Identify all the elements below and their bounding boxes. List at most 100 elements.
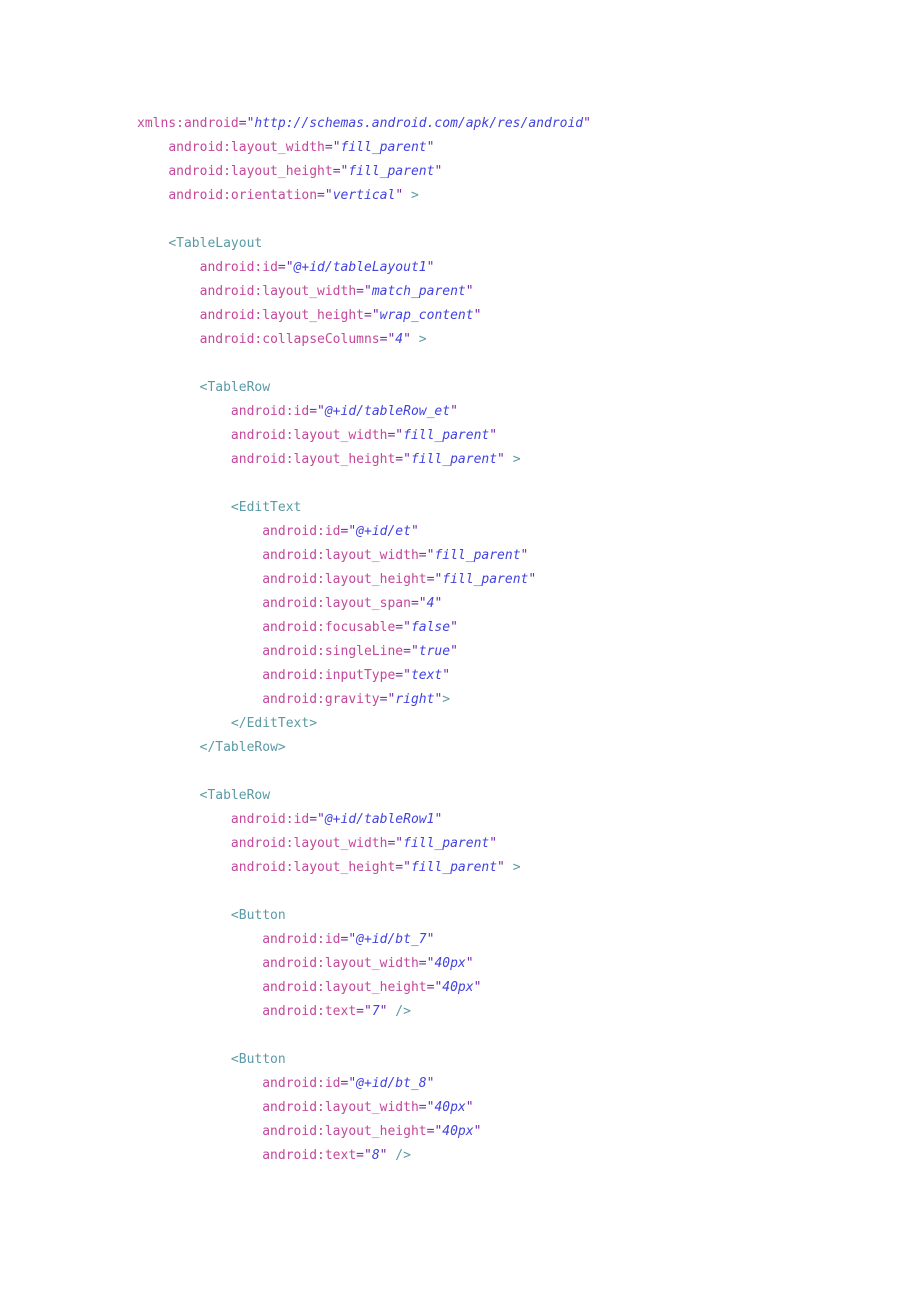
- code-line: android:layout_height="fill_parent" >: [137, 448, 591, 472]
- code-token-value: fill_parent: [410, 860, 498, 875]
- code-token-value: @+id/tableLayout1: [293, 260, 427, 275]
- code-token-quote: ": [403, 452, 411, 467]
- code-token-attr: android:layout_width: [262, 956, 419, 971]
- code-token-attr: android:id: [199, 260, 278, 275]
- code-line: android:layout_width="match_parent": [137, 280, 591, 304]
- code-token-attr: android:layout_width: [199, 284, 357, 299]
- code-token-value: right: [395, 692, 435, 707]
- code-line: android:singleLine="true": [137, 640, 591, 664]
- code-token-quote: ": [450, 620, 458, 635]
- code-token-eq: =: [395, 620, 404, 635]
- code-token-tag: <EditText: [230, 500, 302, 515]
- code-line: android:layout_width="fill_parent": [137, 544, 591, 568]
- code-listing: xmlns:android="http://schemas.android.co…: [137, 112, 591, 1168]
- code-token-quote: ": [426, 140, 435, 155]
- code-token-tag: >: [410, 188, 419, 203]
- code-token-quote: ": [348, 1076, 357, 1091]
- code-token-attr: android:layout_width: [230, 836, 388, 851]
- code-line: android:layout_height="40px": [137, 1120, 591, 1144]
- code-token-tag: <Button: [230, 908, 286, 923]
- code-line: android:inputType="text": [137, 664, 591, 688]
- code-token-eq: =: [395, 860, 404, 875]
- code-line: android:id="@+id/tableLayout1": [137, 256, 591, 280]
- code-line: android:layout_width="40px": [137, 1096, 591, 1120]
- code-token-value: wrap_content: [379, 308, 474, 323]
- code-token-value: 40px: [442, 1124, 474, 1139]
- code-token-attr: android:layout_height: [262, 572, 427, 587]
- code-token-quote: ": [395, 188, 404, 203]
- code-token-eq: =: [403, 644, 411, 659]
- code-token-tag: />: [395, 1004, 411, 1019]
- code-token-quote: ": [410, 524, 419, 539]
- code-token-tag: </EditText>: [230, 716, 318, 731]
- code-token-quote: ": [426, 1076, 435, 1091]
- code-token-eq: =: [277, 260, 286, 275]
- code-line: android:gravity="right">: [137, 688, 591, 712]
- code-token-eq: =: [418, 548, 427, 563]
- code-line: android:layout_height="wrap_content": [137, 304, 591, 328]
- code-token-quote: ": [434, 812, 443, 827]
- code-token-eq: =: [356, 1004, 364, 1019]
- code-token-quote: ": [489, 428, 498, 443]
- code-token-attr: android:gravity: [262, 692, 380, 707]
- code-token-tag: <TableRow: [199, 380, 271, 395]
- code-token-quote: ": [324, 188, 333, 203]
- code-line: <EditText: [137, 496, 591, 520]
- code-token-value: match_parent: [371, 284, 466, 299]
- code-token-eq: =: [332, 164, 341, 179]
- code-line: android:id="@+id/bt_8": [137, 1072, 591, 1096]
- code-token-quote: ": [465, 1100, 474, 1115]
- code-token-quote: ": [418, 596, 427, 611]
- code-line: <TableRow: [137, 376, 591, 400]
- code-line: android:layout_height="40px": [137, 976, 591, 1000]
- code-line: android:id="@+id/bt_7": [137, 928, 591, 952]
- code-token-attr: android:id: [262, 524, 341, 539]
- code-token-value: fill_parent: [340, 140, 427, 155]
- code-token-attr: android:text: [262, 1148, 357, 1163]
- code-token-quote: ": [410, 644, 419, 659]
- code-token-tag: <TableRow: [199, 788, 271, 803]
- code-line: android:layout_height="fill_parent": [137, 160, 591, 184]
- code-token-attr: android:id: [262, 932, 341, 947]
- code-token-attr: android:id: [230, 812, 310, 827]
- code-token-eq: =: [395, 668, 404, 683]
- code-token-value: fill_parent: [442, 572, 529, 587]
- code-token-eq: =: [238, 116, 247, 131]
- code-token-eq: =: [356, 1148, 364, 1163]
- code-token-value: 8: [371, 1148, 380, 1163]
- code-token-attr: android:layout_height: [168, 164, 333, 179]
- code-token-quote: ": [434, 596, 443, 611]
- code-token-tag: >: [512, 452, 521, 467]
- code-line: </TableRow>: [137, 736, 591, 760]
- code-token-quote: ": [520, 548, 529, 563]
- code-token-attr: android:layout_height: [230, 452, 396, 467]
- code-line: android:text="7" />: [137, 1000, 591, 1024]
- code-line: android:layout_span="4": [137, 592, 591, 616]
- code-token-quote: ": [395, 836, 404, 851]
- code-token-value: 4: [395, 332, 404, 347]
- code-token-value: text: [410, 668, 443, 683]
- code-token-quote: ": [332, 140, 341, 155]
- code-token-quote: ": [363, 1148, 372, 1163]
